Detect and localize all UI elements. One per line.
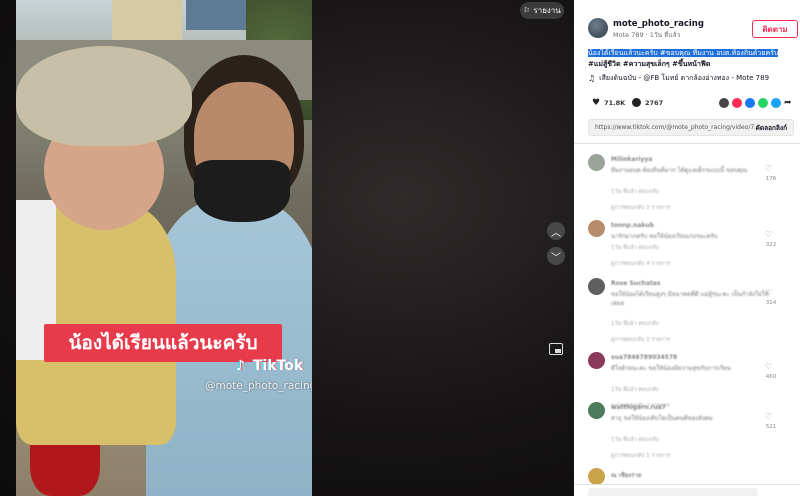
report-button[interactable]: ⚐ รายงาน [520,2,564,19]
scene-building [186,0,246,30]
video-caption-overlay: น้องได้เรียนแล้วนะครับ [44,324,282,362]
video-link-url[interactable]: https://www.tiktok.com/@mote_photo_racin… [595,124,755,131]
comment-meta[interactable]: 1วัน ที่แล้ว ตอบกลับ [611,244,659,252]
divider [574,143,800,144]
comment-input-bar [574,484,800,496]
whatsapp-icon[interactable] [758,98,768,108]
heart-icon: ♥ [592,98,601,108]
comment-like-icon[interactable]: ♡ [765,412,772,421]
report-label: รายงาน [533,6,561,15]
child-hat [16,46,192,146]
video-player-area[interactable]: น้องได้เรียนแล้วนะครับ ♪ TikTok @mote_ph… [0,0,574,496]
comment-count: 2767 [645,98,664,107]
video-description: น้องได้เรียนแล้วนะครับ #ขอบคุณ ทีมงาน อบ… [588,48,788,70]
commenter-avatar[interactable] [588,154,605,171]
comment-meta[interactable]: 1วัน ที่แล้ว ตอบกลับ [611,188,659,196]
view-replies[interactable]: ดูการตอบกลับ 1 รายการ [611,452,670,460]
view-replies[interactable]: ดูการตอบกลับ 4 รายการ [611,260,670,268]
twitter-icon[interactable] [771,98,781,108]
comment-like-icon[interactable]: ♡ [765,362,772,371]
share-arrow-icon[interactable]: ➦ [784,98,794,108]
flag-icon: ⚐ [523,6,531,15]
comment-text: สาธุ ขอให้น้องเติบโตเป็นคนดีของสังคม [611,415,713,422]
video-caption-text: น้องได้เรียนแล้วนะครับ [68,332,258,354]
author-username[interactable]: mote_photo_racing [613,19,704,29]
comment-like-count: 322 [765,242,777,248]
commenter-avatar[interactable] [588,278,605,295]
music-row[interactable]: ♫ เสียงต้นฉบับ - @FB โมทย์ ตากล้องอ่างทอ… [588,73,788,84]
commenter-avatar[interactable] [588,468,605,485]
like-count: 71.8K [604,99,626,107]
video-link-box: https://www.tiktok.com/@mote_photo_racin… [588,119,794,136]
picture-in-picture-icon[interactable] [549,343,563,355]
copy-link-button[interactable]: คัดลอกลิงก์ [756,123,787,133]
facebook-icon[interactable] [745,98,755,108]
commenter-name[interactable]: Rose Suchatas [611,280,660,287]
comment-meta[interactable]: 1วัน ที่แล้ว ตอบกลับ [611,320,659,328]
view-replies[interactable]: ดูการตอบกลับ 2 รายการ [611,204,670,212]
description-selected-text: น้องได้เรียนแล้วนะครับ #ขอบคุณ ทีมงาน อบ… [588,49,779,57]
tiktok-logo-icon: ♪ [236,358,245,374]
tiktok-watermark: ♪ TikTok [236,358,303,374]
comment-text: น่ารักมากครับ ขอให้น้องเรียนเก่งๆนะครับ [611,233,718,240]
follow-button[interactable]: ติดตาม [752,20,798,38]
engagement-stats: ♥ 71.8K 2767 [588,98,800,112]
comment-like-count: 314 [765,300,777,306]
commenter-name[interactable]: watthigarn.rua7 [611,404,666,411]
tiktok-watermark-brand: TikTok [253,358,304,374]
commenter-name[interactable]: sua7846789034578 [611,354,677,361]
comment-text: ขอให้น้องได้เรียนสูงๆ มีอนาคตที่ดี แม่สู… [611,291,769,307]
commenter-avatar[interactable] [588,352,605,369]
comment-like-icon[interactable]: ♡ [765,230,772,239]
description-hashtags[interactable]: #แม่สู้ชีวิต #ความสุขเล็กๆ #ขึ้นหน้าฟีด [588,60,710,68]
commenter-name[interactable]: Milinkariyya [611,156,652,163]
comment-like-count: 521 [765,424,777,430]
like-button[interactable]: ♥ 71.8K [592,98,625,108]
scene-building [112,0,182,40]
comment-like-count: 176 [765,176,777,182]
commenter-avatar[interactable] [588,220,605,237]
comment-icon [632,98,641,107]
chevron-up-icon: ︿ [551,227,561,239]
comment-meta[interactable]: 1วัน ที่แล้ว ตอบกลับ [611,436,659,444]
comment-like-icon[interactable]: ♡ [765,164,772,173]
author-avatar[interactable] [588,18,608,38]
author-subtitle: Mote 789 · 1วัน ที่แล้ว [613,31,681,39]
music-note-icon: ♫ [588,74,596,83]
chevron-down-icon: ﹀ [551,252,561,264]
comment-button[interactable]: 2767 [632,98,663,107]
comment-input[interactable] [588,488,758,496]
commenter-avatar[interactable] [588,402,605,419]
comment-like-icon[interactable]: ♡ [765,288,772,297]
next-video-button[interactable]: ﹀ [547,247,565,265]
send-icon[interactable] [732,98,742,108]
previous-video-button[interactable]: ︿ [547,222,565,240]
comment-meta[interactable]: 1วัน ที่แล้ว ตอบกลับ [611,386,659,394]
commenter-name[interactable]: ณ เชียงราย [611,470,641,480]
music-text: เสียงต้นฉบับ - @FB โมทย์ ตากล้องอ่างทอง … [599,74,770,82]
comment-like-count: 460 [765,374,777,380]
details-panel: mote_photo_racing Mote 789 · 1วัน ที่แล้… [574,0,800,496]
view-replies[interactable]: ดูการตอบกลับ 1 รายการ [611,336,670,344]
tiktok-web-video-page: น้องได้เรียนแล้วนะครับ ♪ TikTok @mote_ph… [0,0,800,496]
face-mask [194,160,290,222]
commenter-name[interactable]: tonnp.nakub [611,222,654,229]
video-frame[interactable]: น้องได้เรียนแล้วนะครับ ♪ TikTok @mote_ph… [16,0,312,496]
embed-icon[interactable] [719,98,729,108]
tiktok-watermark-handle: @mote_photo_racing [205,380,312,392]
comment-text: ดีใจด้วยนะคะ ขอให้น้องมีความสุขกับการเรี… [611,365,731,372]
comment-text: ทีมงานอบต.ท้องถิ่นดีมาก ได้ดูแลเด็กๆแบบน… [611,167,748,174]
